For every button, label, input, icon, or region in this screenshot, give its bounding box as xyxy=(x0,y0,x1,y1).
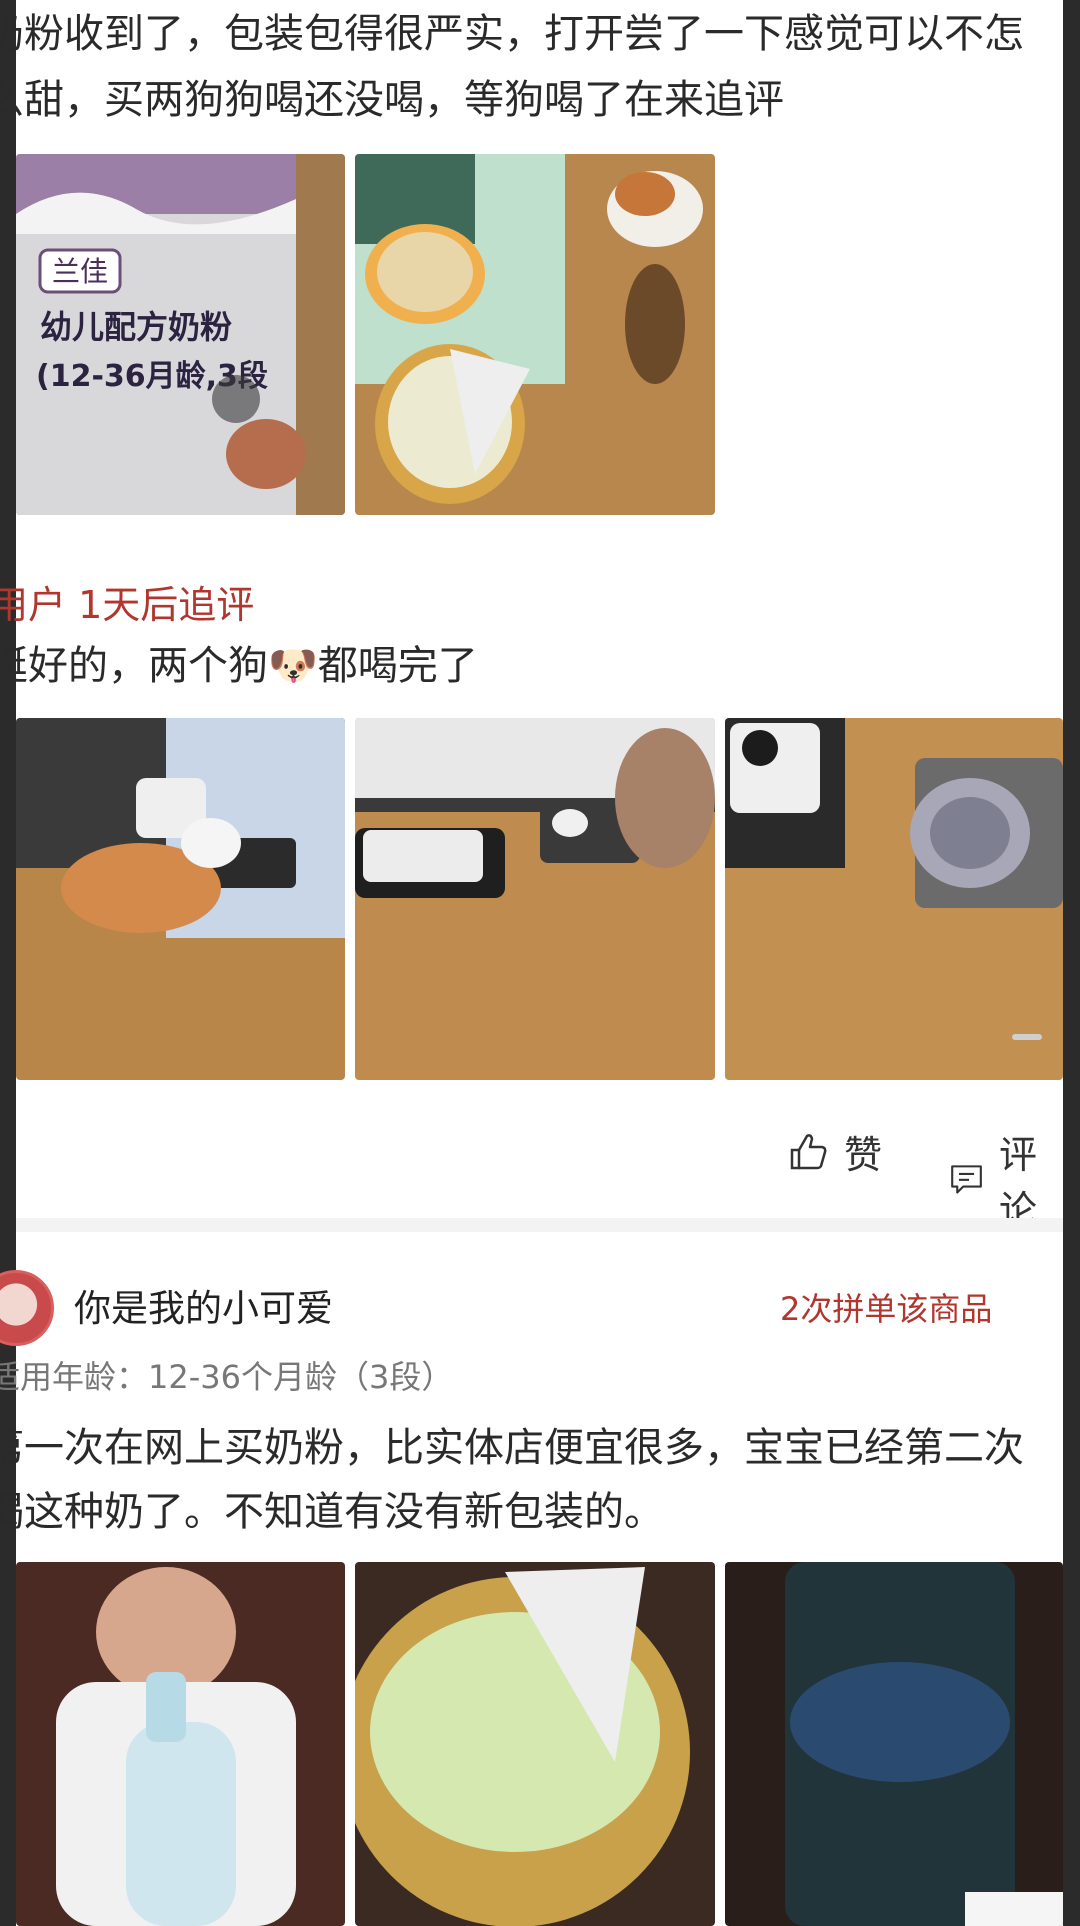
like-label: 赞 xyxy=(844,1133,883,1177)
review-text-line-2: 么甜，买两狗狗喝还没喝，等狗喝了在来追评 xyxy=(0,77,784,123)
avatar[interactable] xyxy=(0,1270,54,1346)
dog-milk-photo xyxy=(355,154,715,515)
review2-photo-bottle-dark[interactable] xyxy=(725,1562,1063,1926)
followup-photo-dog-bowl[interactable] xyxy=(16,718,345,1080)
screenshot-frame-left xyxy=(0,0,16,1926)
dog-bowl-photo xyxy=(16,718,345,1080)
can-brand-text: 兰佳 xyxy=(52,255,108,288)
baby-bottle-photo xyxy=(16,1562,345,1926)
thumbs-up-icon xyxy=(790,1133,827,1169)
review2-photo-baby-bottle[interactable] xyxy=(16,1562,345,1926)
group-buy-badge: 2次拼单该商品 xyxy=(780,1290,993,1328)
reviewer-username[interactable]: 你是我的小可爱 xyxy=(74,1278,574,1332)
milk-can-photo: 兰佳 幼儿配方奶粉 (12-36月龄,3段 xyxy=(16,154,345,515)
followup-text: 挺好的，两个狗🐶都喝完了 xyxy=(0,643,478,689)
review2-photo-formula-powder[interactable] xyxy=(355,1562,715,1926)
age-info: 适用年龄：12-36个月龄（3段） xyxy=(0,1358,454,1396)
formula-powder-photo xyxy=(355,1562,715,1926)
screenshot-frame-right xyxy=(1063,0,1080,1926)
review-photo-milk-can[interactable]: 兰佳 幼儿配方奶粉 (12-36月龄,3段 xyxy=(16,154,345,515)
section-divider xyxy=(16,1218,1063,1232)
like-button[interactable]: 赞 xyxy=(786,1124,882,1179)
review2-text-line-2: 喝这种奶了。不知道有没有新包装的。 xyxy=(0,1489,664,1535)
steel-bowl-photo xyxy=(725,718,1063,1080)
followup-photo-empty-bowl[interactable] xyxy=(355,718,715,1080)
comment-icon xyxy=(951,1165,982,1194)
empty-bowl-photo xyxy=(355,718,715,1080)
followup-photo-steel-bowl[interactable] xyxy=(725,718,1063,1080)
dark-bottle-photo xyxy=(725,1562,1063,1926)
scroll-indicator xyxy=(1012,1034,1042,1040)
review-photo-dog-milk[interactable] xyxy=(355,154,715,515)
review2-text-line-1: 第一次在网上买奶粉，比实体店便宜很多，宝宝已经第二次 xyxy=(0,1425,1024,1471)
review-text-line-1: 奶粉收到了，包装包得很严实，打开尝了一下感觉可以不怎 xyxy=(0,11,1024,57)
can-product-text: 幼儿配方奶粉 xyxy=(40,308,232,346)
followup-label: 用户 1天后追评 xyxy=(0,583,255,627)
